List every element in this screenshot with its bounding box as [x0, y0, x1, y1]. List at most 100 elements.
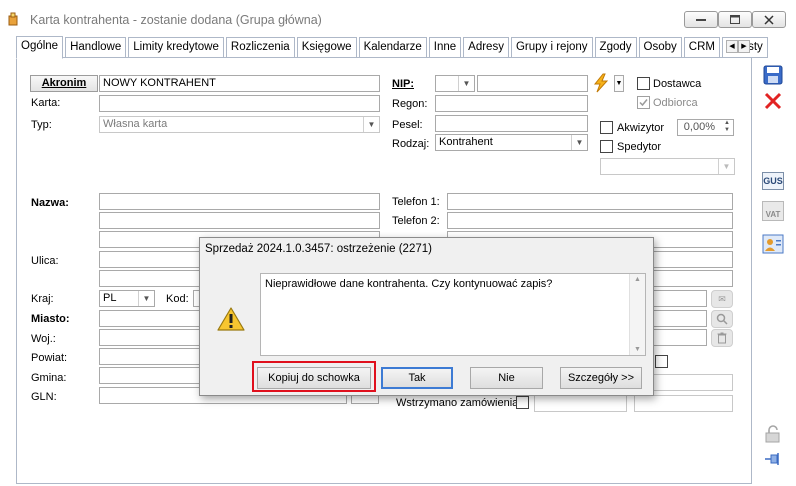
pesel-label: Pesel:: [392, 119, 423, 131]
telefon1-input[interactable]: [447, 193, 733, 210]
tab-handlowe[interactable]: Handlowe: [65, 37, 127, 58]
dostawca-checkbox[interactable]: [637, 77, 650, 90]
tab-crm[interactable]: CRM: [683, 37, 720, 58]
spedytor-label: Spedytor: [617, 141, 662, 153]
email-input[interactable]: [650, 290, 707, 307]
save-button[interactable]: [760, 62, 786, 88]
tab-strip: Ogólne Handlowe Limity kredytowe Rozlicz…: [16, 36, 770, 59]
rodzaj-label: Rodzaj:: [392, 138, 430, 150]
close-button[interactable]: [752, 11, 786, 28]
telefon2-input[interactable]: [447, 212, 733, 229]
checkmark-icon: [639, 99, 648, 107]
odbiorca-checkbox[interactable]: [637, 96, 650, 109]
gln-label: GLN:: [31, 391, 57, 403]
tab-scroll-left-icon[interactable]: ◀: [726, 40, 738, 53]
dialog-message-scrollbar[interactable]: ▲ ▼: [629, 274, 645, 355]
pin-button[interactable]: [760, 446, 786, 472]
typ-value: Własna karta: [103, 118, 168, 130]
spedytor-checkbox[interactable]: [600, 140, 613, 153]
karta-label: Karta:: [31, 97, 61, 109]
kraj-label: Kraj:: [31, 293, 54, 305]
window-title: Karta kontrahenta - zostanie dodana (Gru…: [30, 13, 322, 27]
nip-menu-icon[interactable]: ▼: [614, 75, 624, 92]
contact-card-icon: [762, 234, 784, 254]
telefon1-label: Telefon 1:: [392, 196, 440, 208]
kraj-value: PL: [103, 292, 117, 304]
typ-label: Typ:: [31, 119, 52, 131]
gmina-label: Gmina:: [31, 372, 67, 384]
gus-icon: GUS: [762, 172, 784, 190]
nip-label: NIP:: [392, 78, 414, 90]
save-icon: [763, 65, 783, 85]
tab-grupy-i-rejony[interactable]: Grupy i rejony: [510, 37, 593, 58]
email-icon[interactable]: ✉: [711, 290, 733, 308]
chevron-down-icon: ▼: [138, 291, 154, 306]
miasto-label: Miasto:: [31, 313, 70, 325]
kod-label: Kod:: [166, 293, 189, 305]
warning-icon: [217, 307, 245, 331]
checkbox-extra[interactable]: [655, 355, 668, 368]
gus-button[interactable]: GUS: [760, 168, 786, 194]
akwizytor-checkbox[interactable]: [600, 121, 613, 134]
tab-kalendarze[interactable]: Kalendarze: [358, 37, 427, 58]
tab-limity-kredytowe[interactable]: Limity kredytowe: [128, 37, 224, 58]
minimize-button[interactable]: [684, 11, 718, 28]
tab-osoby[interactable]: Osoby: [638, 37, 682, 58]
nazwa-line-2[interactable]: [99, 212, 380, 229]
tab-rozliczenia[interactable]: Rozliczenia: [225, 37, 295, 58]
wstrzymano-field-2[interactable]: [634, 395, 733, 412]
pin-icon: [765, 453, 779, 465]
spedytor-select[interactable]: ▼: [600, 158, 735, 175]
chevron-down-icon: ▼: [718, 159, 734, 174]
cancel-button[interactable]: [760, 88, 786, 114]
tab-ksiegowe[interactable]: Księgowe: [296, 37, 357, 58]
contact-input-8[interactable]: [650, 329, 707, 346]
typ-select[interactable]: Własna karta ▼: [99, 116, 380, 133]
tab-ogolne[interactable]: Ogólne: [16, 36, 64, 59]
wstrzymano-field-1[interactable]: [534, 395, 627, 412]
pesel-input[interactable]: [435, 115, 588, 132]
tab-zgody[interactable]: Zgody: [594, 37, 637, 58]
copy-button-highlight: [252, 361, 376, 392]
title-bar: Karta kontrahenta - zostanie dodana (Gru…: [0, 0, 796, 36]
details-button[interactable]: Szczegóły >>: [560, 367, 642, 389]
gmina-input[interactable]: [99, 367, 209, 384]
maximize-button[interactable]: [718, 11, 752, 28]
dialog-title: Sprzedaż 2024.1.0.3457: ostrzeżenie (227…: [205, 243, 432, 255]
nip-prefix-select[interactable]: ▼: [435, 75, 475, 92]
www-input[interactable]: [650, 310, 707, 327]
search-icon[interactable]: [711, 310, 733, 328]
woj-input[interactable]: [99, 329, 209, 346]
tab-adresy[interactable]: Adresy: [463, 37, 509, 58]
lock-button[interactable]: [760, 421, 786, 447]
odbiorca-label: Odbiorca: [653, 97, 698, 109]
regon-label: Regon:: [392, 98, 428, 110]
wstrzymano-label: Wstrzymano zamówienia: [396, 397, 519, 409]
close-icon: [764, 92, 782, 110]
akwizytor-spinner-icon[interactable]: ▲ ▼: [721, 120, 733, 135]
powiat-label: Powiat:: [31, 352, 68, 364]
rodzaj-value: Kontrahent: [439, 136, 493, 148]
yes-button[interactable]: Tak: [381, 367, 453, 389]
warning-dialog: Sprzedaż 2024.1.0.3457: ostrzeżenie (227…: [199, 237, 654, 396]
karta-input[interactable]: [99, 95, 380, 112]
powiat-input[interactable]: [99, 348, 209, 365]
chevron-down-icon: ▼: [363, 117, 379, 132]
rodzaj-select[interactable]: Kontrahent ▼: [435, 134, 588, 151]
akronim-button[interactable]: Akronim: [30, 75, 98, 92]
tab-scroll-right-icon[interactable]: ▶: [738, 40, 750, 53]
akronim-input[interactable]: NOWY KONTRAHENT: [99, 75, 380, 92]
lock-icon: [765, 425, 780, 443]
nip-input[interactable]: [477, 75, 588, 92]
contact-card-button[interactable]: [760, 231, 786, 257]
nazwa-line-1[interactable]: [99, 193, 380, 210]
no-button[interactable]: Nie: [470, 367, 543, 389]
vat-button[interactable]: VAT: [760, 198, 786, 224]
wstrzymano-checkbox[interactable]: [516, 396, 529, 409]
kraj-select[interactable]: PL ▼: [99, 290, 155, 307]
tab-inne[interactable]: Inne: [428, 37, 462, 58]
lightning-icon[interactable]: [591, 73, 611, 93]
trash-icon[interactable]: [711, 329, 733, 347]
regon-input[interactable]: [435, 95, 588, 112]
miasto-input[interactable]: [99, 310, 209, 327]
